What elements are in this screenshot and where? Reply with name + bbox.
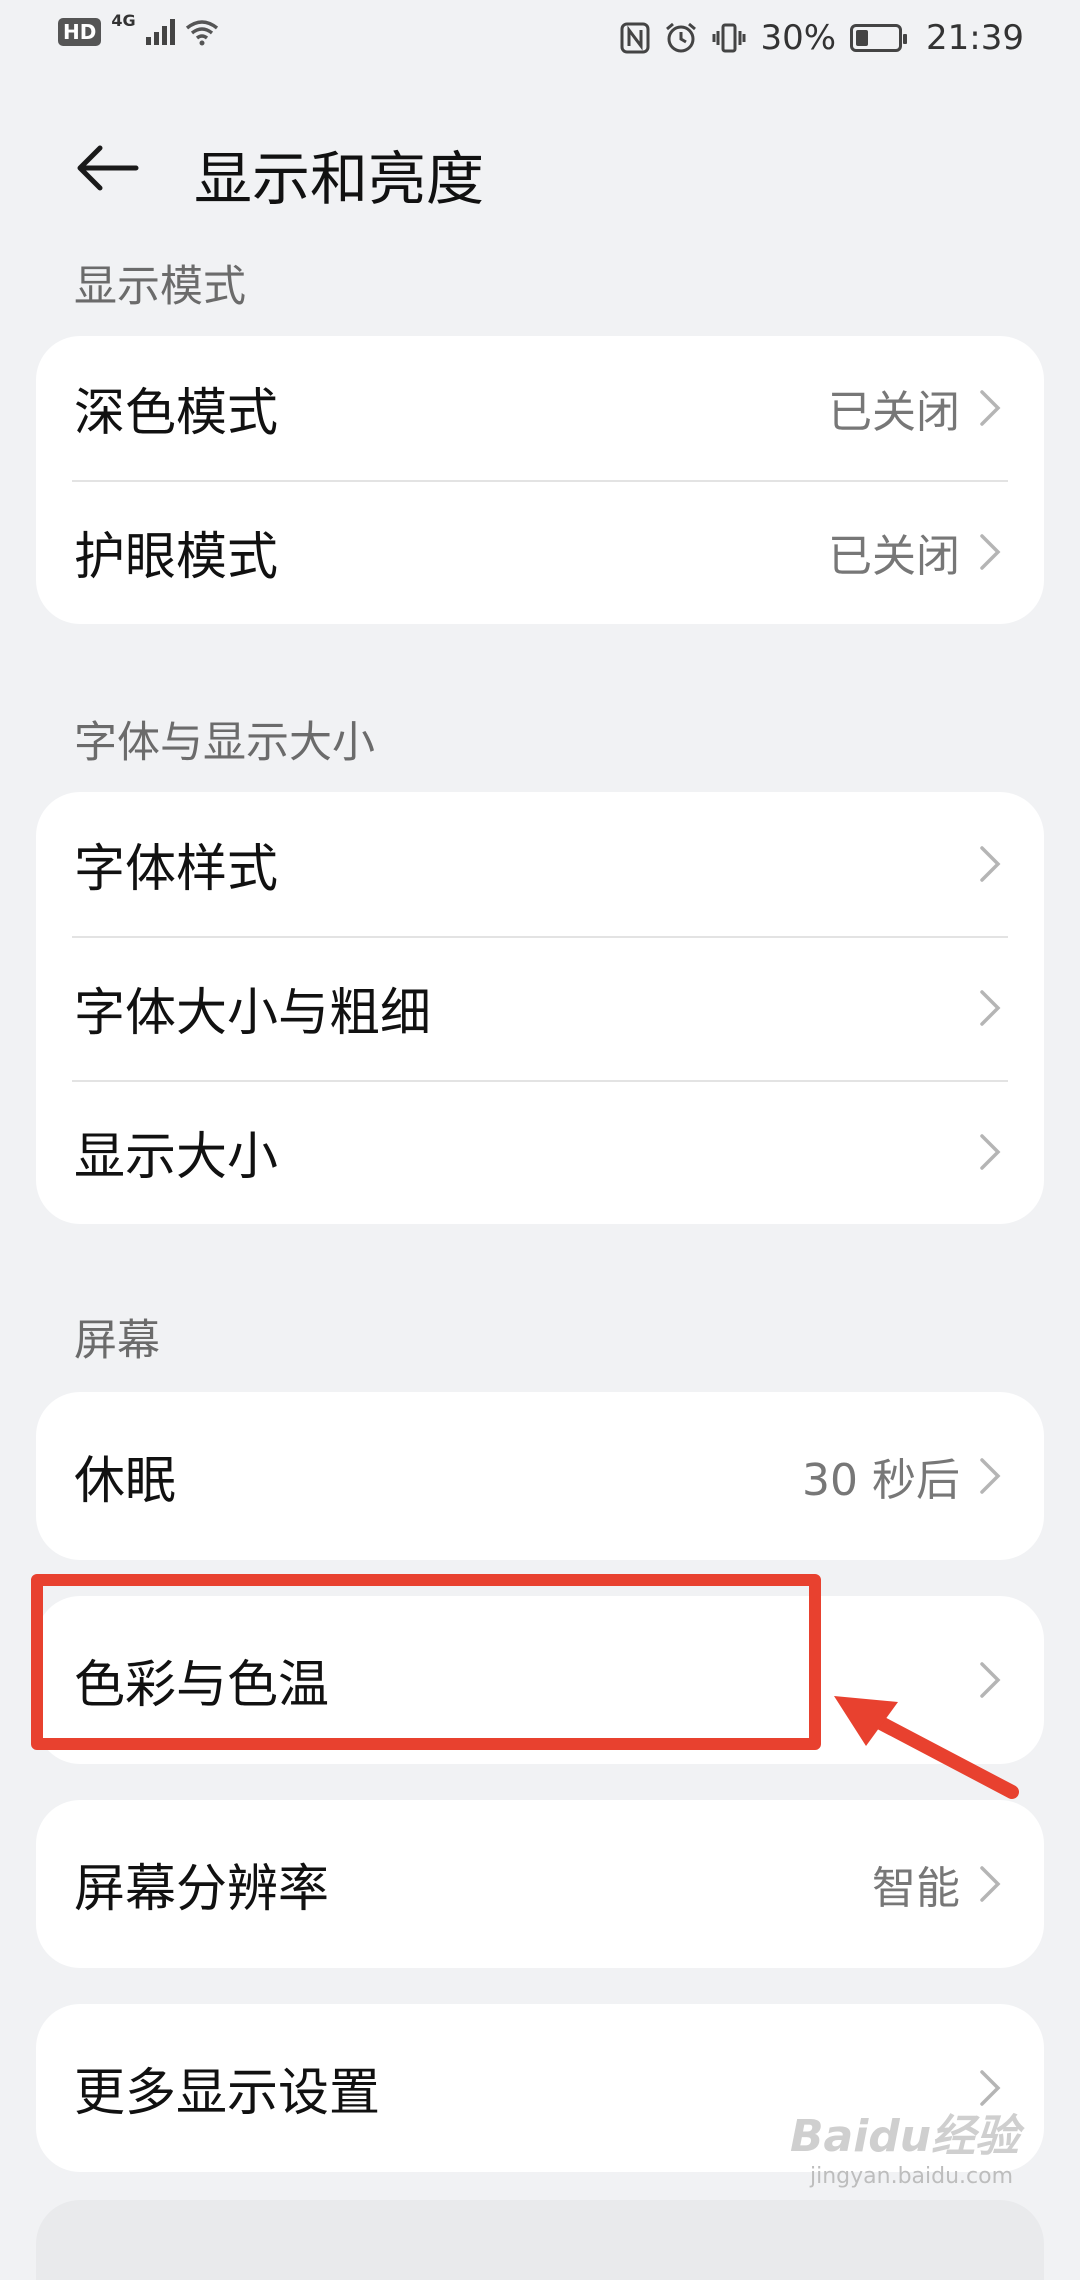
watermark-site: jingyan.baidu.com [810,2164,1014,2189]
chevron-right-icon [980,390,1001,426]
setting-label: 字体样式 [74,840,279,899]
app-header: 显示和亮度 [0,120,1080,220]
page-title: 显示和亮度 [194,145,485,213]
setting-value: 已关闭 [828,387,960,438]
setting-label: 显示大小 [74,1128,279,1187]
watermark-brand: Baidu经验 [790,2111,1020,2162]
vibrate-icon [712,23,746,53]
chevron-right-icon [980,534,1001,570]
setting-value: 智能 [872,1863,960,1914]
signal-icon [145,19,175,45]
watermark: Baidu经验 jingyan.baidu.com [790,2100,1020,2210]
battery-percent: 30% [760,18,837,58]
setting-eye-comfort[interactable]: 护眼模式 已关闭 [36,480,1044,624]
status-bar: HD 4G 30% 21:39 [0,0,1080,80]
chevron-right-icon [980,1866,1001,1902]
setting-display-size[interactable]: 显示大小 [36,1080,1044,1224]
card-font-size: 字体样式 字体大小与粗细 显示大小 [36,792,1044,1224]
card-resolution: 屏幕分辨率 智能 [36,1800,1044,1968]
section-label-screen: 屏幕 [74,1316,160,1366]
setting-label: 色彩与色温 [74,1656,330,1715]
card-sleep: 休眠 30 秒后 [36,1392,1044,1560]
hd-indicator: HD [58,18,102,46]
nfc-icon [620,22,650,54]
setting-label: 护眼模式 [74,528,279,587]
setting-label: 屏幕分辨率 [74,1860,330,1919]
setting-sleep[interactable]: 休眠 30 秒后 [36,1392,1044,1560]
clock: 21:39 [926,18,1024,58]
back-arrow-icon[interactable] [72,138,142,198]
battery-icon [850,24,908,52]
section-label-display-mode: 显示模式 [74,262,246,312]
chevron-right-icon [980,1662,1001,1698]
setting-label: 休眠 [74,1452,177,1511]
setting-label: 更多显示设置 [74,2064,381,2123]
partial-card [36,2200,1044,2280]
card-display-mode: 深色模式 已关闭 护眼模式 已关闭 [36,336,1044,624]
chevron-right-icon [980,1134,1001,1170]
setting-screen-resolution[interactable]: 屏幕分辨率 智能 [36,1800,1044,1968]
setting-value: 30 秒后 [802,1455,960,1506]
setting-color-temperature[interactable]: 色彩与色温 [36,1596,1044,1764]
chevron-right-icon [980,1458,1001,1494]
setting-font-style[interactable]: 字体样式 [36,792,1044,936]
setting-dark-mode[interactable]: 深色模式 已关闭 [36,336,1044,480]
card-color-temperature: 色彩与色温 [36,1596,1044,1764]
wifi-icon [185,20,218,46]
section-label-font-size: 字体与显示大小 [74,718,375,768]
setting-value: 已关闭 [828,531,960,582]
setting-label: 字体大小与粗细 [74,984,432,1043]
network-type: 4G [111,10,136,30]
setting-label: 深色模式 [74,384,279,443]
chevron-right-icon [980,990,1001,1026]
setting-font-size-weight[interactable]: 字体大小与粗细 [36,936,1044,1080]
chevron-right-icon [980,846,1001,882]
alarm-icon [666,22,697,53]
